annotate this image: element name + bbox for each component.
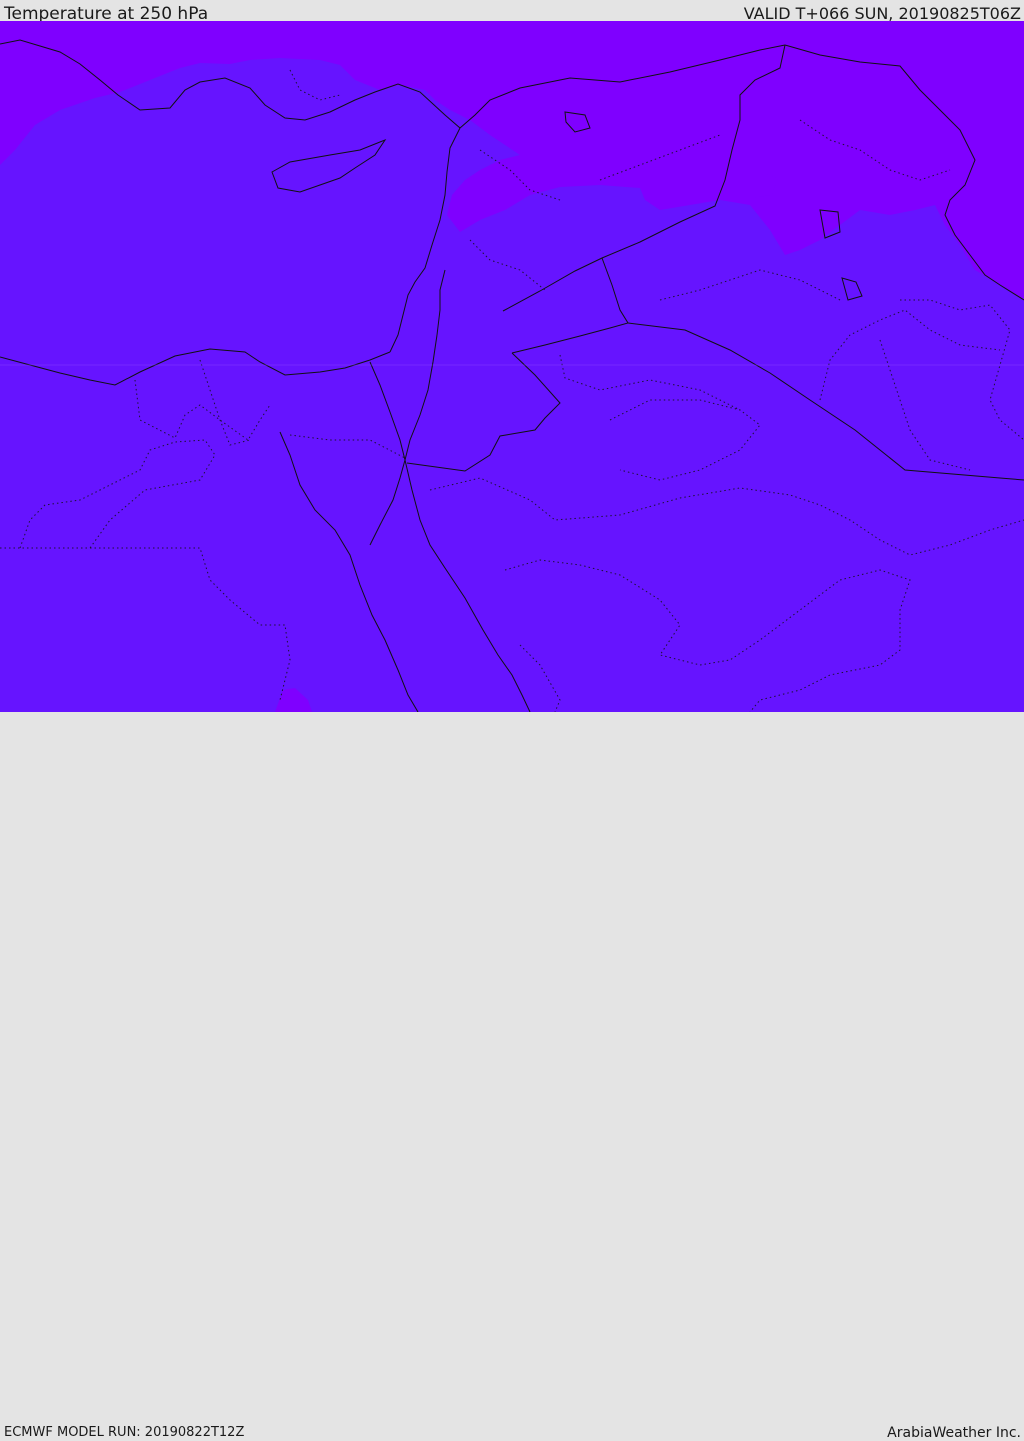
header-bar: Temperature at 250 hPa VALID T+066 SUN, … — [0, 0, 1024, 24]
credit-label: ArabiaWeather Inc. — [887, 1425, 1021, 1441]
footer-bar: ECMWF MODEL RUN: 20190822T12Z ArabiaWeat… — [0, 712, 1024, 1441]
weather-map — [0, 21, 1024, 712]
model-run-label: ECMWF MODEL RUN: 20190822T12Z — [4, 1425, 245, 1440]
